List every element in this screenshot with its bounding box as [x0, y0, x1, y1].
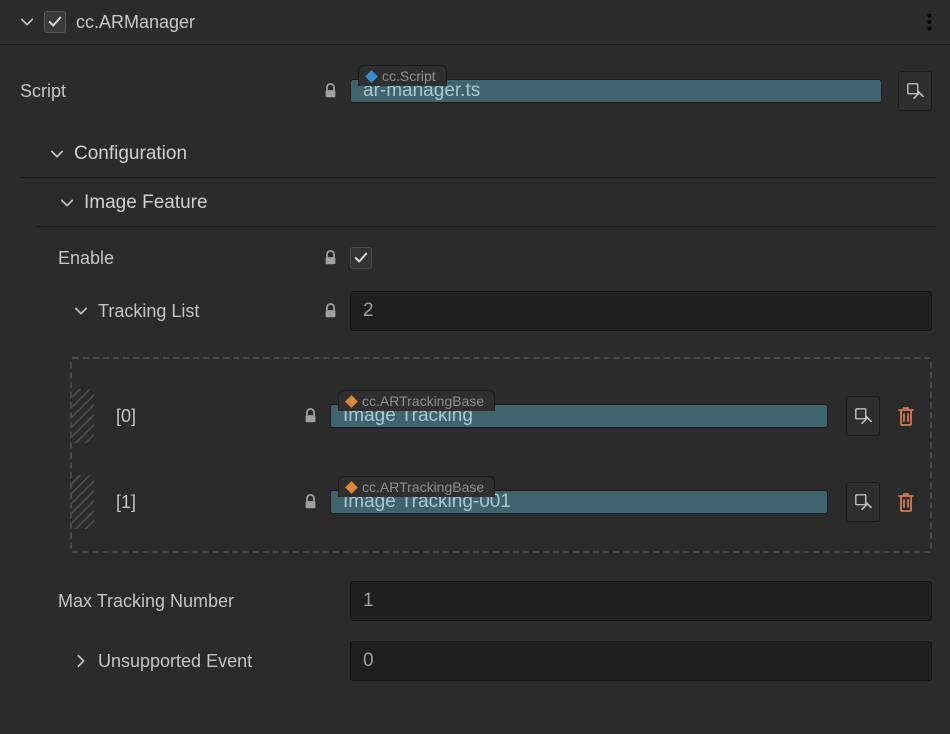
unsupported-event-value: 0 [363, 650, 374, 672]
enable-checkbox[interactable] [350, 247, 372, 269]
chevron-down-icon [50, 147, 64, 161]
component-header: cc.ARManager [0, 0, 950, 45]
drag-handle[interactable] [72, 475, 94, 529]
chevron-right-icon[interactable] [74, 654, 88, 668]
unsupported-event-field[interactable]: 0 [350, 641, 932, 681]
tracking-item-index: [0] [110, 406, 290, 427]
property-row-tracking-list: Tracking List 2 [0, 279, 950, 339]
lock-icon [322, 303, 338, 319]
lock-icon [322, 250, 338, 266]
lock-icon [322, 83, 338, 99]
tracking-list-count-field[interactable]: 2 [350, 291, 932, 331]
lock-icon [302, 494, 318, 510]
tracking-list-count: 2 [363, 300, 374, 322]
property-row-enable: Enable [0, 227, 950, 279]
section-configuration[interactable]: Configuration [20, 129, 936, 178]
asset-link-button[interactable] [846, 482, 880, 522]
property-row-script: Script cc.Script ar-manager.ts [0, 45, 950, 129]
tracking-item-type-badge: cc.ARTrackingBase [338, 476, 495, 497]
tracking-list-item: [1] cc.ARTrackingBase Image Tracking-001 [72, 455, 930, 541]
diamond-icon [345, 481, 358, 494]
script-label: Script [20, 81, 66, 102]
component-enabled-checkbox[interactable] [44, 11, 66, 33]
chevron-down-icon [60, 196, 74, 210]
section-image-feature[interactable]: Image Feature [36, 178, 936, 227]
tracking-list-container: [0] cc.ARTrackingBase Image Tracking [70, 357, 932, 553]
max-tracking-number-field[interactable]: 1 [350, 581, 932, 621]
configuration-label: Configuration [74, 143, 187, 165]
chevron-down-icon[interactable] [20, 15, 34, 29]
tracking-item-index: [1] [110, 492, 290, 513]
image-feature-label: Image Feature [84, 192, 208, 214]
unsupported-event-label: Unsupported Event [98, 651, 252, 672]
max-tracking-number-value: 1 [363, 590, 374, 612]
tracking-item-type-text: cc.ARTrackingBase [362, 479, 484, 495]
component-title: cc.ARManager [76, 12, 195, 33]
tracking-item-type-badge: cc.ARTrackingBase [338, 390, 495, 411]
chevron-down-icon[interactable] [74, 304, 88, 318]
enable-label: Enable [58, 248, 114, 269]
diamond-icon [365, 70, 378, 83]
delete-button[interactable] [892, 488, 920, 516]
asset-link-button[interactable] [846, 396, 880, 436]
drag-handle[interactable] [72, 389, 94, 443]
property-row-unsupported-event: Unsupported Event 0 [0, 629, 950, 689]
kebab-menu-icon[interactable] [920, 10, 938, 34]
script-type-badge-text: cc.Script [382, 68, 436, 84]
component-inspector-panel: cc.ARManager Script cc.Script ar-manager… [0, 0, 950, 689]
tracking-list-item: [0] cc.ARTrackingBase Image Tracking [72, 369, 930, 455]
lock-icon [302, 408, 318, 424]
script-type-badge: cc.Script [358, 65, 447, 86]
property-row-max-tracking-number: Max Tracking Number 1 [0, 571, 950, 629]
delete-button[interactable] [892, 402, 920, 430]
max-tracking-number-label: Max Tracking Number [58, 591, 234, 612]
asset-link-button[interactable] [898, 71, 932, 111]
tracking-item-type-text: cc.ARTrackingBase [362, 393, 484, 409]
tracking-list-label: Tracking List [98, 301, 199, 322]
diamond-icon [345, 395, 358, 408]
